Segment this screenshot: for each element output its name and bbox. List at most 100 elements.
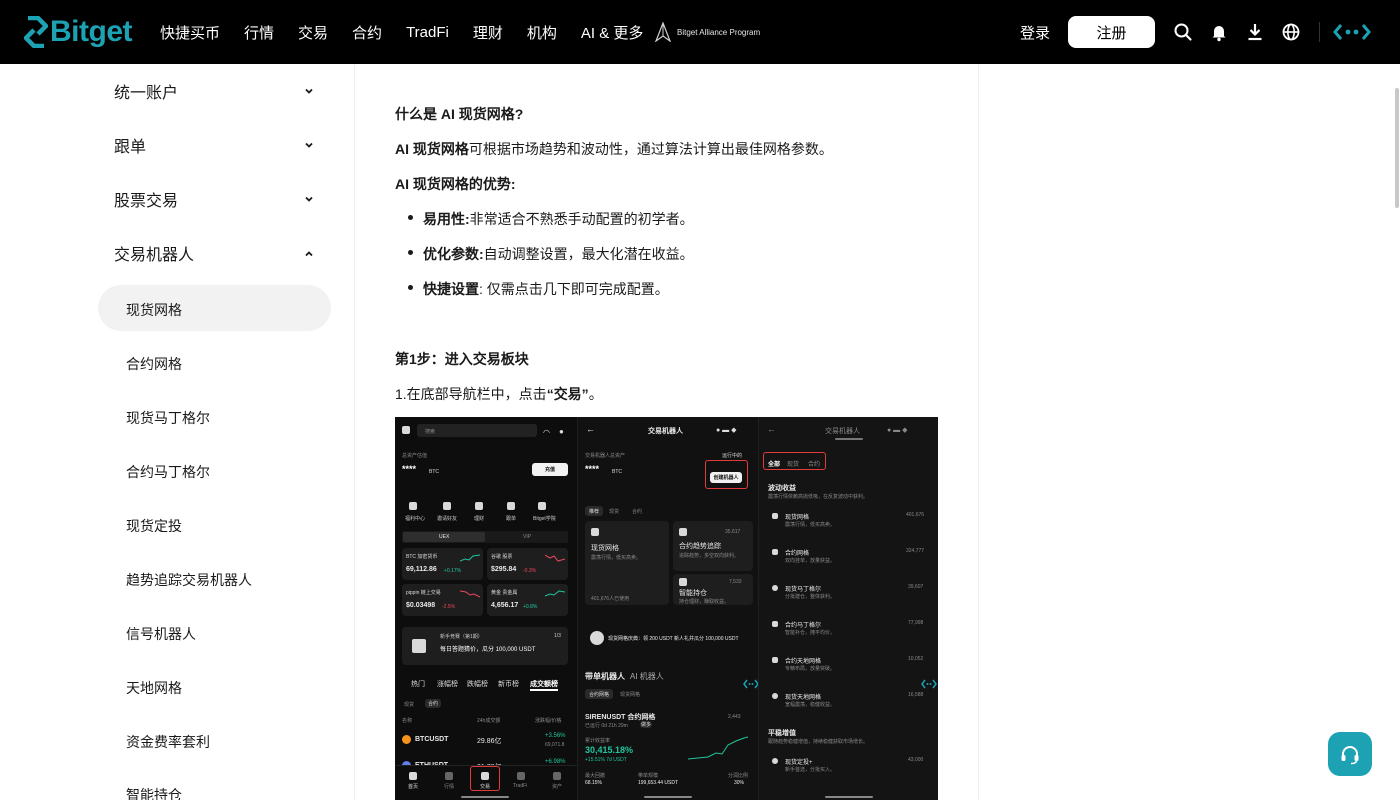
bot-users: 324,777 — [906, 548, 925, 554]
sidebar-item-signal-bot[interactable]: 信号机器人 — [126, 624, 196, 644]
market-tile: 谷歌 股票 $295.84 -0.3% — [487, 548, 568, 580]
sidebar-item-trend-bot[interactable]: 趋势追踪交易机器人 — [126, 570, 252, 590]
bot-users: 35,617 — [725, 529, 741, 535]
bot-users: 43,000 — [908, 757, 924, 763]
search-icon[interactable] — [1173, 22, 1193, 42]
invite-icon — [443, 502, 451, 510]
step1-text-pre: 1.在底部导航栏中，点击 — [395, 386, 547, 402]
nav-item-tradfi[interactable]: TradFi — [406, 24, 449, 41]
col-header-name: 名称 — [402, 718, 413, 724]
bot-icon — [772, 621, 778, 627]
home-icon — [409, 772, 417, 780]
nav-item-trade[interactable]: 交易 — [298, 22, 328, 43]
bot-name: 现货网格 — [785, 515, 810, 521]
nav-item-futures[interactable]: 合约 — [352, 22, 382, 43]
chevron-down-icon — [304, 194, 314, 204]
sidebar-item-spot-martingale[interactable]: 现货马丁格尔 — [126, 408, 210, 428]
article-content: 什么是 AI 现货网格? AI 现货网格可根据市场趋势和波动性，通过算法计算出最… — [355, 64, 979, 800]
list-item-text: 非常适合不熟悉手动配置的初学者。 — [469, 211, 694, 227]
bot-name: 智能持仓 — [679, 590, 707, 597]
sidebar-item-futures-martingale[interactable]: 合约马丁格尔 — [126, 462, 210, 482]
nav-item-institutional[interactable]: 机构 — [527, 22, 557, 43]
sidebar-group-label: 跟单 — [114, 139, 147, 156]
banner-title: 每日答题猜价，瓜分 100,000 USDT — [440, 647, 536, 653]
bitget-logo[interactable]: Bitget — [24, 15, 133, 48]
sidebar-item-spot-grid[interactable]: 现货网格 — [126, 300, 182, 320]
bottom-nav-label: 资产 — [552, 784, 563, 790]
assets-label: 总资产估值 — [402, 453, 428, 459]
bot-users: 10,052 — [908, 656, 924, 662]
screen-title: 交易机器人 — [825, 428, 860, 435]
bot-icon — [772, 513, 778, 519]
shortcut-label: Bitget学院 — [533, 516, 556, 522]
bot-card-smart-position: 智能持仓 持仓理财，赚取收益。 7,533 — [673, 574, 753, 605]
earn-icon — [475, 502, 483, 510]
headset-icon — [1341, 746, 1359, 765]
tile-sparkline-icon — [545, 590, 565, 597]
bottom-nav-label: TradFi — [513, 783, 528, 789]
globe-icon[interactable] — [1281, 22, 1301, 42]
bottom-nav-label: 首页 — [408, 784, 419, 790]
sidebar-item-infinity-grid[interactable]: 天地网格 — [126, 678, 182, 698]
step1-text-post: 。 — [588, 386, 603, 402]
nav-item-ai-more[interactable]: AI & 更多 — [581, 22, 644, 43]
back-arrow-icon: ← — [767, 424, 776, 434]
shortcut-label: 邀请好友 — [437, 516, 458, 522]
bullet-dot — [408, 215, 413, 220]
section-tab-futures-grid: 合约网格 — [585, 689, 613, 699]
phone-screen-bot-list: ← 交易机器人 ● ▬ ◆ 全部 现货 合约 波动收益 震荡行情依赖高抛低吸，在… — [758, 417, 938, 800]
market-tile: 黄金 贵金属 4,656.17 +0.8% — [487, 584, 568, 616]
sidebar-group-unified-account[interactable]: 统一账户 — [114, 79, 314, 103]
intro-paragraph: AI 现货网格可根据市场趋势和波动性，通过算法计算出最佳网格参数。 — [395, 139, 833, 159]
section-subtitle: 跟随趋势稳健增值，持续稳健获取市场增长。 — [768, 739, 869, 745]
bell-icon[interactable] — [1209, 22, 1229, 42]
sidebar-item-spot-dca[interactable]: 现货定投 — [126, 516, 182, 536]
bot-desc: 专精布局，放量突破。 — [785, 666, 836, 672]
bot-card-trend: 合约趋势追踪 追踪趋势，多空双向获利。 35,617 — [673, 521, 753, 571]
alliance-program-link[interactable]: Bitget Alliance Program — [655, 22, 760, 42]
stat-value: 30% — [734, 780, 745, 786]
promo-text: 现货网格庆典：领 200 USDT 新人礼并瓜分 100,000 USDT — [608, 636, 739, 642]
sidebar-group-copy-trading[interactable]: 跟单 — [114, 133, 314, 157]
sidebar-group-stock-trading[interactable]: 股票交易 — [114, 187, 314, 211]
tile-price: $0.03498 — [406, 602, 436, 609]
sidebar-group-label: 交易机器人 — [114, 247, 195, 264]
bot-card-spot-grid: 现货网格 震荡行情，低买高卖。 401,676人已使用 — [585, 521, 669, 605]
tile-price: 69,112.86 — [406, 566, 437, 573]
nav-item-markets[interactable]: 行情 — [244, 22, 274, 43]
nav-item-quick-buy[interactable]: 快捷买币 — [160, 22, 220, 43]
section-title: 波动收益 — [768, 485, 796, 492]
list-tab-gainers: 涨幅榜 — [437, 681, 458, 688]
header-icons: ● ▬ ◆ — [716, 427, 737, 434]
sidebar-item-funding-arbitrage[interactable]: 资金费率套利 — [126, 732, 210, 752]
assets-value: **** — [585, 464, 600, 474]
login-link[interactable]: 登录 — [1020, 22, 1050, 43]
bot-users: 401,676 — [906, 512, 925, 518]
shortcut-label: 跟单 — [506, 516, 517, 522]
page-scrollbar[interactable] — [1394, 64, 1400, 800]
list-item: 快捷设置: 仅需点击几下即可完成配置。 — [423, 279, 669, 299]
sidebar-item-smart-position[interactable]: 智能持仓 — [126, 785, 182, 800]
stat-value: 68.15% — [585, 780, 602, 786]
bot-icon — [772, 693, 778, 699]
sidebar-group-trading-bots[interactable]: 交易机器人 — [114, 241, 314, 265]
bot-desc: 双向挂单，放量获益。 — [785, 558, 836, 564]
sub-tab-futures: 合约 — [425, 699, 441, 708]
tradfi-icon — [517, 772, 525, 780]
bitget-mark-icon[interactable] — [1332, 22, 1372, 47]
notification-icon: ● — [559, 427, 564, 436]
stat-value: 199,653.44 USDT — [638, 780, 679, 786]
bot-desc: 追踪趋势，多空双向获利。 — [679, 553, 740, 559]
download-icon[interactable] — [1245, 22, 1265, 42]
register-button[interactable]: 注册 — [1068, 16, 1155, 48]
main-nav: 快捷买币 行情 交易 合约 TradFi 理财 机构 AI & 更多 — [160, 0, 667, 64]
tile-name: pippin 链上交易 — [406, 590, 441, 596]
bot-desc: 宽幅震荡，稳健收益。 — [785, 702, 836, 708]
customer-support-button[interactable] — [1328, 732, 1372, 776]
sidebar-item-futures-grid[interactable]: 合约网格 — [126, 354, 182, 374]
section-heading-advantages: AI 现货网格的优势: — [395, 176, 516, 192]
scrollbar-thumb[interactable] — [1395, 88, 1399, 208]
list-item-text: : 仅需点击几下即可完成配置。 — [479, 281, 669, 297]
bottom-nav-label: 行情 — [444, 784, 455, 790]
nav-item-earn[interactable]: 理财 — [473, 22, 503, 43]
